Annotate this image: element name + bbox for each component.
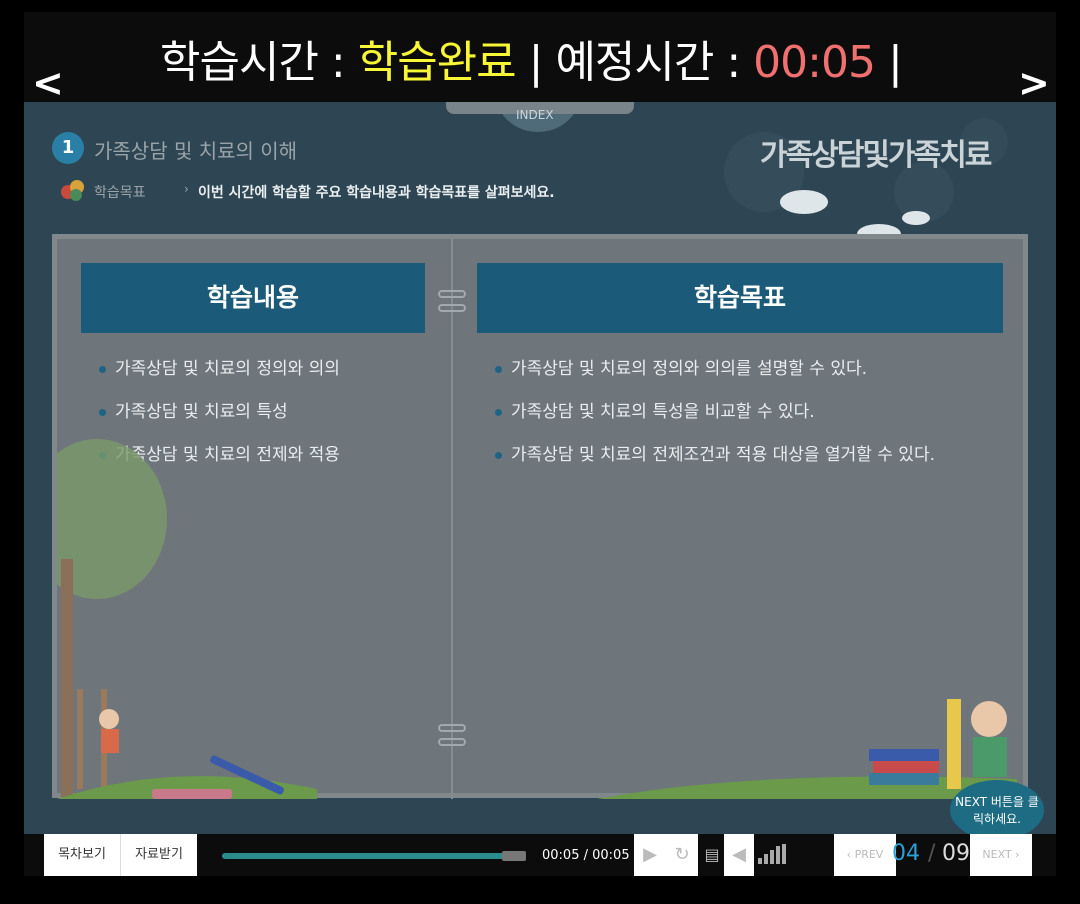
prev-button[interactable]: ‹ PREV: [834, 834, 896, 876]
prev-arrow-icon[interactable]: <: [32, 64, 64, 102]
content-board: 학습내용 학습목표 가족상담 및 치료의 정의와 의의 가족상담 및 치료의 특…: [52, 234, 1028, 799]
objective-instruction: 이번 시간에 학습할 주요 학습내용과 학습목표를 살펴보세요.: [198, 185, 555, 201]
toc-button[interactable]: 목차보기: [44, 834, 120, 876]
progress-handle[interactable]: [502, 851, 526, 861]
list-item: 가족상담 및 치료의 특성을 비교할 수 있다.: [495, 402, 935, 445]
time-current: 00:05: [542, 848, 580, 863]
status-bar: 학습시간 : 학습완료 | 예정시간 : 00:05 | < >: [0, 0, 1080, 102]
section-number-badge: 1: [52, 132, 84, 164]
scheduled-time-label: 예정시간 :: [555, 37, 754, 88]
list-item: 가족상담 및 치료의 정의와 의의: [99, 359, 340, 402]
goals-header: 학습목표: [477, 263, 1003, 333]
list-item: 가족상담 및 치료의 전제조건과 적용 대상을 열거할 수 있다.: [495, 445, 935, 488]
study-time-label: 학습시간 :: [160, 37, 358, 88]
ring-binding-icon: [438, 290, 466, 312]
index-button[interactable]: INDEX: [516, 108, 554, 122]
page-current: 04: [892, 841, 920, 866]
prev-label: PREV: [854, 848, 884, 861]
progress-bar[interactable]: [222, 853, 526, 859]
scheduled-time-value: 00:05: [753, 37, 876, 88]
objective-label: 학습목표: [94, 185, 146, 201]
page-separator: /: [928, 841, 936, 866]
objective-separator: ›: [184, 182, 189, 196]
tree-illustration: [57, 439, 167, 799]
replay-icon[interactable]: ↻: [666, 834, 698, 876]
next-arrow-icon[interactable]: >: [1018, 64, 1050, 102]
objective-icon: [61, 180, 84, 201]
study-time-value: 학습완료: [357, 37, 517, 88]
page-total: 09: [942, 841, 970, 866]
ring-binding-icon: [438, 724, 466, 746]
volume-level-icon[interactable]: [758, 844, 786, 864]
board-divider: [451, 239, 453, 799]
time-readout: 00:05 / 00:05: [542, 848, 630, 863]
goals-list: 가족상담 및 치료의 정의와 의의를 설명할 수 있다. 가족상담 및 치료의 …: [495, 359, 935, 488]
progress-fill: [222, 853, 526, 859]
next-label: NEXT: [982, 848, 1012, 861]
list-item: 가족상담 및 치료의 정의와 의의를 설명할 수 있다.: [495, 359, 935, 402]
lesson-stage: INDEX 1 가족상담 및 치료의 이해 가족상담및가족치료 학습목표 › 이…: [24, 102, 1056, 834]
resources-button[interactable]: 자료받기: [120, 834, 197, 876]
content-header: 학습내용: [81, 263, 425, 333]
next-button[interactable]: NEXT ›: [970, 834, 1032, 876]
status-divider-end: |: [874, 37, 903, 88]
play-icon[interactable]: ▶: [634, 834, 666, 876]
player-control-bar: 목차보기 자료받기 00:05 / 00:05 ▶ ↻ ▤ ◀ ‹ PREV 0…: [24, 834, 1056, 876]
course-logo: 가족상담및가족치료: [760, 138, 992, 173]
script-icon[interactable]: ▤: [698, 834, 726, 876]
study-status: 학습시간 : 학습완료 | 예정시간 : 00:05 |: [160, 26, 903, 90]
next-hint-bubble: NEXT 버튼을 클릭하세요.: [950, 780, 1044, 834]
volume-icon[interactable]: ◀: [724, 834, 754, 876]
status-divider: |: [515, 37, 556, 88]
section-title: 가족상담 및 치료의 이해: [94, 139, 298, 163]
time-total: / 00:05: [583, 848, 630, 863]
